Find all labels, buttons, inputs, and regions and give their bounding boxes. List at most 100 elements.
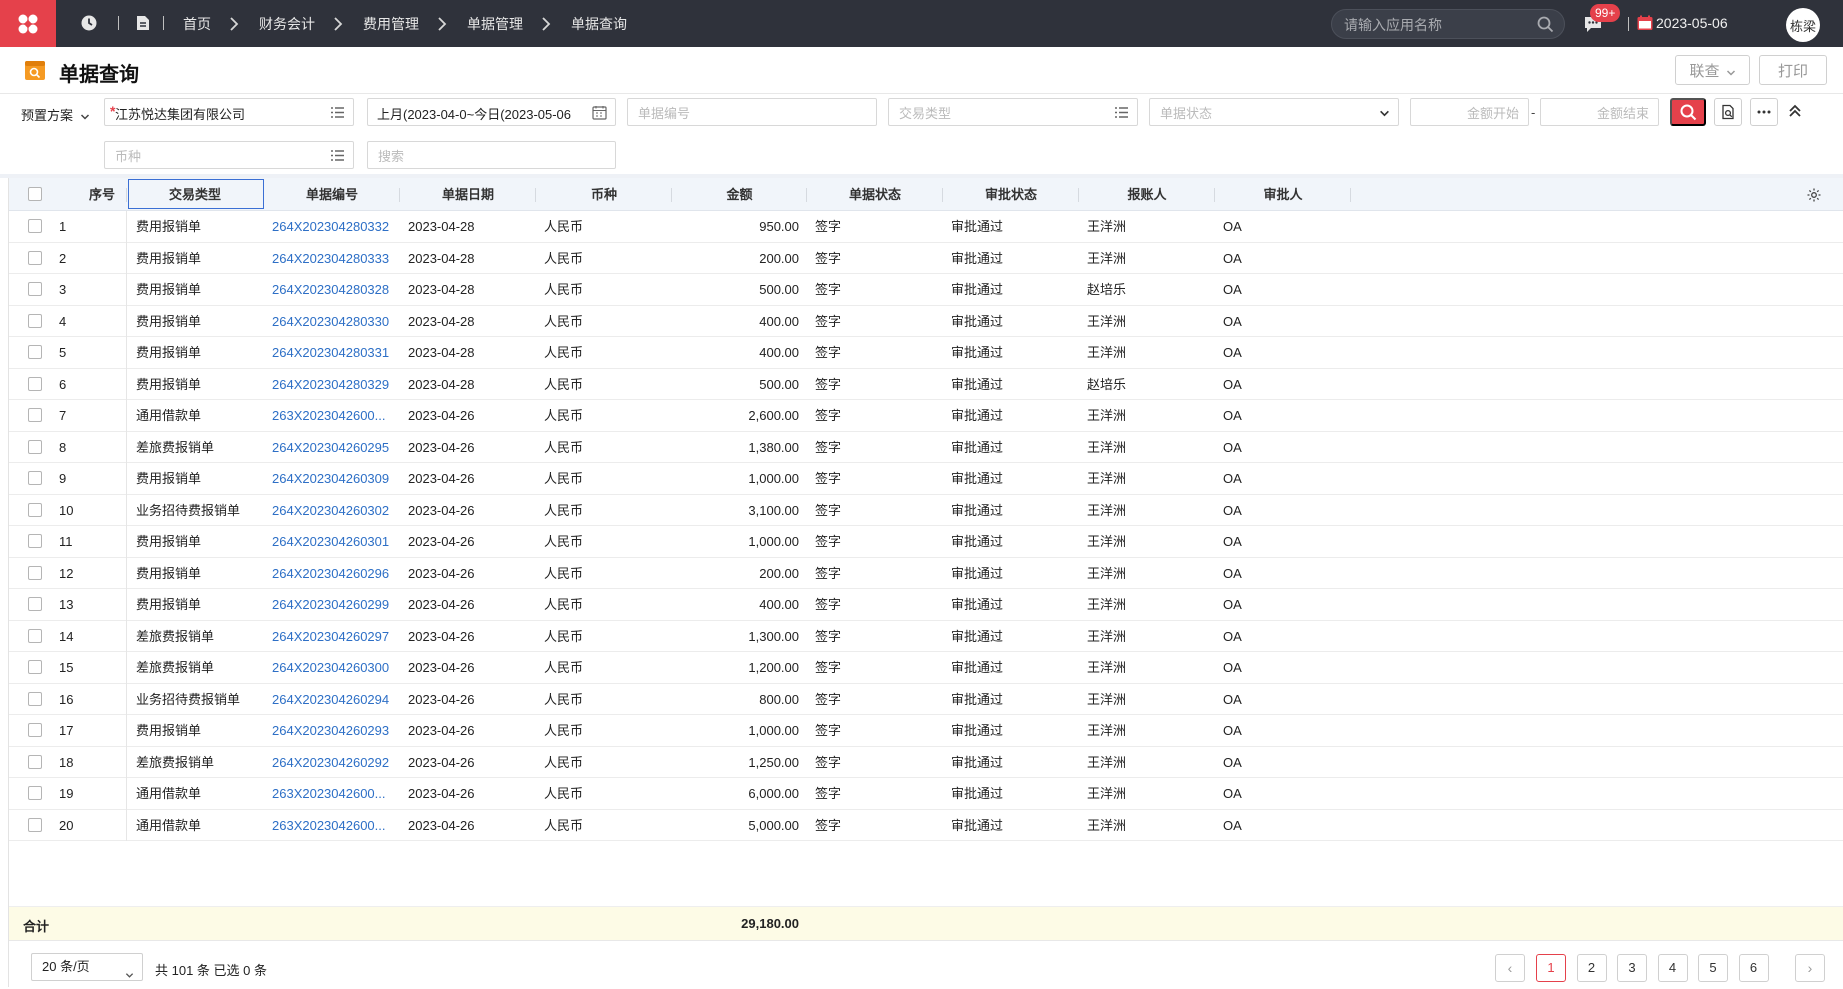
table-row[interactable]: 3 费用报销单 264X202304280328 2023-04-28 人民币 500.0…: [9, 274, 1843, 306]
avatar[interactable]: 栋梁: [1786, 8, 1820, 42]
cell-doc-no[interactable]: 264X202304260292: [272, 747, 397, 778]
table-row[interactable]: 13 费用报销单 264X202304260299 2023-04-26 人民币 400.…: [9, 589, 1843, 621]
cell-doc-no[interactable]: 264X202304260302: [272, 495, 397, 526]
app-search-input[interactable]: [1344, 15, 1534, 35]
breadcrumb-item[interactable]: 单据管理: [467, 14, 523, 34]
cell-doc-no[interactable]: 263X2023042600...: [272, 778, 397, 809]
row-checkbox[interactable]: [28, 628, 42, 643]
row-checkbox[interactable]: [28, 345, 42, 359]
page-button[interactable]: 4: [1657, 954, 1688, 982]
more-button[interactable]: [1750, 98, 1778, 126]
list-icon[interactable]: [330, 105, 345, 120]
business-date[interactable]: 2023-05-06: [1656, 15, 1728, 31]
cell-doc-no[interactable]: 264X202304280331: [272, 337, 397, 368]
row-checkbox[interactable]: [28, 250, 42, 265]
trade-type-input[interactable]: [899, 104, 1099, 122]
breadcrumb-item[interactable]: 首页: [183, 14, 211, 34]
table-row[interactable]: 17 费用报销单 264X202304260293 2023-04-26 人民币 1,00…: [9, 715, 1843, 747]
row-checkbox[interactable]: [28, 723, 42, 737]
table-row[interactable]: 2 费用报销单 264X202304280333 2023-04-28 人民币 200.0…: [9, 243, 1843, 274]
prev-page-button[interactable]: ‹: [1495, 954, 1525, 982]
row-checkbox[interactable]: [28, 282, 42, 296]
table-row[interactable]: 9 费用报销单 264X202304260309 2023-04-26 人民币 1,000…: [9, 463, 1843, 495]
table-row[interactable]: 11 费用报销单 264X202304260301 2023-04-26 人民币 1,00…: [9, 526, 1843, 558]
row-checkbox[interactable]: [28, 408, 42, 422]
col-approver[interactable]: 审批人: [1215, 178, 1351, 211]
org-input[interactable]: [115, 104, 315, 122]
row-checkbox[interactable]: [28, 471, 42, 485]
row-checkbox[interactable]: [28, 691, 42, 706]
doc-status-select[interactable]: [1149, 98, 1399, 126]
collapse-icon[interactable]: [1787, 103, 1803, 119]
table-row[interactable]: 15 差旅费报销单 264X202304260300 2023-04-26 人民币 1,2…: [9, 652, 1843, 684]
query-settings-button[interactable]: [1714, 98, 1742, 126]
row-checkbox[interactable]: [28, 376, 42, 391]
row-checkbox[interactable]: [28, 817, 42, 832]
clock-icon[interactable]: [80, 14, 98, 32]
page-button[interactable]: 1: [1536, 954, 1566, 982]
cell-doc-no[interactable]: 263X2023042600...: [272, 810, 397, 841]
table-row[interactable]: 10 业务招待费报销单 264X202304260302 2023-04-26 人民币 3…: [9, 495, 1843, 526]
row-checkbox[interactable]: [28, 219, 42, 233]
cell-doc-no[interactable]: 264X202304280329: [272, 369, 397, 400]
page-button[interactable]: 6: [1738, 954, 1769, 982]
table-row[interactable]: 12 费用报销单 264X202304260296 2023-04-26 人民币 200.…: [9, 558, 1843, 589]
gear-icon[interactable]: [1806, 187, 1822, 203]
page-size-select[interactable]: 20 条/页: [31, 953, 143, 981]
logo-icon[interactable]: [0, 0, 56, 47]
row-checkbox[interactable]: [28, 754, 42, 769]
row-checkbox[interactable]: [28, 786, 42, 800]
cell-doc-no[interactable]: 263X2023042600...: [272, 400, 397, 431]
search-icon[interactable]: [1537, 16, 1554, 33]
next-page-button[interactable]: ›: [1795, 954, 1825, 982]
row-checkbox[interactable]: [28, 502, 42, 517]
col-approval-status[interactable]: 审批状态: [943, 178, 1079, 211]
table-row[interactable]: 1 费用报销单 264X202304280332 2023-04-28 人民币 950.0…: [9, 211, 1843, 243]
table-row[interactable]: 18 差旅费报销单 264X202304260292 2023-04-26 人民币 1,2…: [9, 747, 1843, 778]
cell-doc-no[interactable]: 264X202304260309: [272, 463, 397, 494]
list-icon[interactable]: [1114, 105, 1129, 120]
doc-no-input[interactable]: [638, 104, 858, 122]
table-row[interactable]: 20 通用借款单 263X2023042600... 2023-04-26 人民币 5,0…: [9, 810, 1843, 841]
cell-doc-no[interactable]: 264X202304280328: [272, 274, 397, 305]
breadcrumb-item[interactable]: 费用管理: [363, 14, 419, 34]
cell-doc-no[interactable]: 264X202304260297: [272, 621, 397, 652]
table-row[interactable]: 8 差旅费报销单 264X202304260295 2023-04-26 人民币 1,38…: [9, 432, 1843, 463]
breadcrumb-item[interactable]: 财务会计: [259, 14, 315, 34]
row-checkbox[interactable]: [28, 660, 42, 674]
linked-query-button[interactable]: 联查: [1675, 55, 1750, 85]
cell-doc-no[interactable]: 264X202304260296: [272, 558, 397, 589]
table-row[interactable]: 19 通用借款单 263X2023042600... 2023-04-26 人民币 6,0…: [9, 778, 1843, 810]
page-button[interactable]: 5: [1698, 954, 1728, 982]
row-checkbox[interactable]: [28, 313, 42, 328]
cell-doc-no[interactable]: 264X202304280332: [272, 211, 397, 242]
document-icon[interactable]: [134, 14, 152, 32]
cell-doc-no[interactable]: 264X202304260299: [272, 589, 397, 620]
table-row[interactable]: 5 费用报销单 264X202304280331 2023-04-28 人民币 400.0…: [9, 337, 1843, 369]
select-all-checkbox[interactable]: [28, 187, 42, 201]
currency-input[interactable]: [115, 147, 315, 165]
cell-doc-no[interactable]: 264X202304260300: [272, 652, 397, 683]
cell-doc-no[interactable]: 264X202304280330: [272, 306, 397, 337]
calendar-icon[interactable]: [1636, 14, 1654, 32]
amount-end-input[interactable]: [1549, 104, 1649, 122]
cell-doc-no[interactable]: 264X202304260293: [272, 715, 397, 746]
table-row[interactable]: 6 费用报销单 264X202304280329 2023-04-28 人民币 500.0…: [9, 369, 1843, 400]
col-doc-date[interactable]: 单据日期: [400, 178, 536, 211]
amount-start-input[interactable]: [1419, 104, 1519, 122]
col-doc-status[interactable]: 单据状态: [807, 178, 943, 211]
page-button[interactable]: 3: [1617, 954, 1647, 982]
cell-doc-no[interactable]: 264X202304280333: [272, 243, 397, 274]
row-checkbox[interactable]: [28, 439, 42, 454]
date-range-input[interactable]: [377, 104, 587, 122]
keyword-search-input[interactable]: [378, 147, 598, 165]
table-row[interactable]: 14 差旅费报销单 264X202304260297 2023-04-26 人民币 1,3…: [9, 621, 1843, 652]
table-row[interactable]: 16 业务招待费报销单 264X202304260294 2023-04-26 人民币 8…: [9, 684, 1843, 715]
row-checkbox[interactable]: [28, 534, 42, 548]
row-checkbox[interactable]: [28, 597, 42, 611]
cell-doc-no[interactable]: 264X202304260301: [272, 526, 397, 557]
table-row[interactable]: 7 通用借款单 263X2023042600... 2023-04-26 人民币 2,60…: [9, 400, 1843, 432]
row-checkbox[interactable]: [28, 565, 42, 580]
col-amount[interactable]: 金额: [672, 178, 807, 211]
cell-doc-no[interactable]: 264X202304260294: [272, 684, 397, 715]
